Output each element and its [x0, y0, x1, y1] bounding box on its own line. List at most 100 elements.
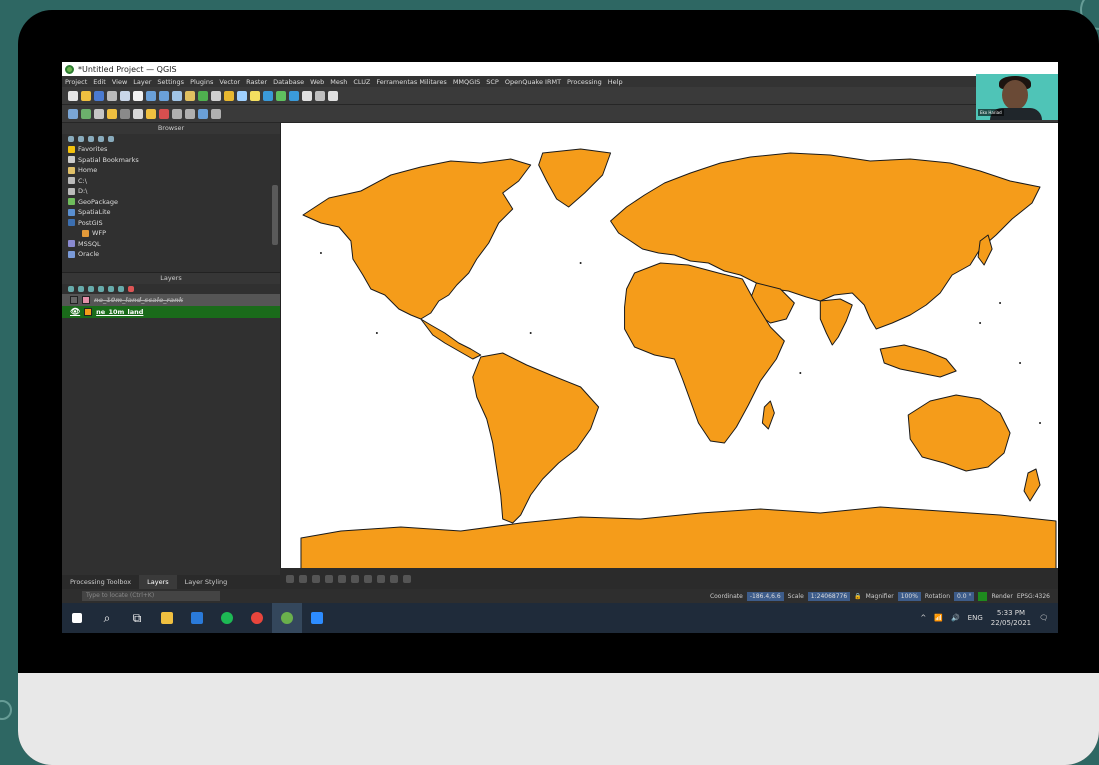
- menu-vector[interactable]: Vector: [219, 78, 240, 86]
- eye-icon[interactable]: 👁: [70, 308, 80, 316]
- zoom-layer-icon[interactable]: [185, 90, 195, 101]
- language-indicator[interactable]: ENG: [968, 614, 983, 622]
- style-manager-icon[interactable]: [68, 286, 74, 292]
- crs-button[interactable]: EPSG:4326: [1017, 593, 1050, 600]
- coordinate-field[interactable]: -186.4,6.6: [746, 591, 784, 601]
- menu-ferramentas-militares[interactable]: Ferramentas Militares: [376, 78, 447, 86]
- lock-icon[interactable]: 🔒: [854, 593, 861, 600]
- map-canvas[interactable]: [280, 123, 1058, 568]
- menu-raster[interactable]: Raster: [246, 78, 267, 86]
- tool-icon[interactable]: [338, 574, 346, 583]
- tool-icon[interactable]: [351, 574, 359, 583]
- menu-mesh[interactable]: Mesh: [330, 78, 347, 86]
- tool-icon[interactable]: [172, 108, 182, 119]
- browser-item-favorites[interactable]: Favorites: [62, 144, 280, 155]
- select-features-icon[interactable]: [224, 90, 234, 101]
- menu-project[interactable]: Project: [65, 78, 87, 86]
- tab-layers[interactable]: Layers: [139, 575, 177, 589]
- tool-icon[interactable]: [185, 108, 195, 119]
- browser-item-c-drive[interactable]: C:\: [62, 176, 280, 187]
- magnifier-field[interactable]: 100%: [897, 591, 921, 601]
- properties-icon[interactable]: [108, 136, 114, 142]
- menu-cluz[interactable]: CLUZ: [353, 78, 370, 86]
- menu-database[interactable]: Database: [273, 78, 304, 86]
- refresh-icon[interactable]: [78, 136, 84, 142]
- menu-edit[interactable]: Edit: [93, 78, 106, 86]
- menu-openquake[interactable]: OpenQuake IRMT: [505, 78, 561, 86]
- tool-icon[interactable]: [286, 574, 294, 583]
- add-group-icon[interactable]: [78, 286, 84, 292]
- expand-all-icon[interactable]: [108, 286, 114, 292]
- refresh-icon[interactable]: [198, 90, 208, 101]
- tool-icon[interactable]: [299, 574, 307, 583]
- add-layer-icon[interactable]: [68, 108, 78, 119]
- network-icon[interactable]: 📶: [934, 614, 943, 622]
- render-checkbox[interactable]: [978, 591, 988, 601]
- menu-layer[interactable]: Layer: [133, 78, 151, 86]
- scale-field[interactable]: 1:24068776: [807, 591, 851, 601]
- zoom-full-icon[interactable]: [172, 90, 182, 101]
- plugin-icon[interactable]: [315, 90, 325, 101]
- open-project-icon[interactable]: [81, 90, 91, 101]
- save-project-icon[interactable]: [94, 90, 104, 101]
- app-button[interactable]: [182, 603, 212, 633]
- new-project-icon[interactable]: [68, 90, 78, 101]
- collapse-all-icon[interactable]: [118, 286, 124, 292]
- tab-processing-toolbox[interactable]: Processing Toolbox: [62, 575, 139, 589]
- attribute-table-icon[interactable]: [133, 108, 143, 119]
- search-button[interactable]: ⌕: [92, 603, 122, 633]
- browser-item-spatialite[interactable]: SpatiaLite: [62, 207, 280, 218]
- zoom-in-icon[interactable]: [146, 90, 156, 101]
- zoom-button[interactable]: [302, 603, 332, 633]
- layer-row[interactable]: ne_10m_land_scale_rank: [62, 294, 280, 306]
- tool-icon[interactable]: [377, 574, 385, 583]
- qgis-taskbar-button[interactable]: [272, 603, 302, 633]
- measure-icon[interactable]: [237, 90, 247, 101]
- clock[interactable]: 5:33 PM 22/05/2021: [991, 608, 1031, 628]
- file-explorer-button[interactable]: [152, 603, 182, 633]
- filter-icon[interactable]: [88, 136, 94, 142]
- visibility-icon[interactable]: [88, 286, 94, 292]
- menu-web[interactable]: Web: [310, 78, 324, 86]
- add-vector-icon[interactable]: [81, 108, 91, 119]
- menu-view[interactable]: View: [112, 78, 127, 86]
- menu-mmqgis[interactable]: MMQGIS: [453, 78, 480, 86]
- volume-icon[interactable]: 🔊: [951, 614, 960, 622]
- browser-item-geopackage[interactable]: GeoPackage: [62, 197, 280, 208]
- chrome-button[interactable]: [242, 603, 272, 633]
- plugin-icon[interactable]: [276, 90, 286, 101]
- edit-pencil-icon[interactable]: [107, 108, 117, 119]
- menu-settings[interactable]: Settings: [157, 78, 184, 86]
- chevron-up-icon[interactable]: ^: [920, 614, 926, 622]
- plugin-icon[interactable]: [289, 90, 299, 101]
- tool-icon[interactable]: [390, 574, 398, 583]
- locator-input[interactable]: Type to locate (Ctrl+K): [82, 591, 220, 601]
- browser-item-d-drive[interactable]: D:\: [62, 186, 280, 197]
- menu-help[interactable]: Help: [608, 78, 623, 86]
- collapse-icon[interactable]: [98, 136, 104, 142]
- print-layout-icon[interactable]: [107, 90, 117, 101]
- task-view-button[interactable]: ⧉: [122, 603, 152, 633]
- layout-manager-icon[interactable]: [120, 90, 130, 101]
- remove-layer-icon[interactable]: [128, 286, 134, 292]
- plugin-icon[interactable]: [263, 90, 273, 101]
- notification-icon[interactable]: 🗨: [1039, 614, 1048, 622]
- tool-icon[interactable]: [312, 574, 320, 583]
- remove-layer-icon[interactable]: [159, 108, 169, 119]
- browser-item-home[interactable]: Home: [62, 165, 280, 176]
- tool-icon[interactable]: [325, 574, 333, 583]
- menu-plugins[interactable]: Plugins: [190, 78, 213, 86]
- browser-item-oracle[interactable]: Oracle: [62, 249, 280, 260]
- filter-legend-icon[interactable]: [98, 286, 104, 292]
- browser-item-postgis[interactable]: PostGIS: [62, 218, 280, 229]
- zoom-out-icon[interactable]: [159, 90, 169, 101]
- tool-icon[interactable]: [364, 574, 372, 583]
- menu-scp[interactable]: SCP: [486, 78, 499, 86]
- add-selected-icon[interactable]: [68, 136, 74, 142]
- start-button[interactable]: [62, 603, 92, 633]
- browser-scrollbar[interactable]: [272, 185, 278, 245]
- plugin-icon[interactable]: [328, 90, 338, 101]
- add-raster-icon[interactable]: [94, 108, 104, 119]
- digitize-icon[interactable]: [120, 108, 130, 119]
- pan-map-icon[interactable]: [133, 90, 143, 101]
